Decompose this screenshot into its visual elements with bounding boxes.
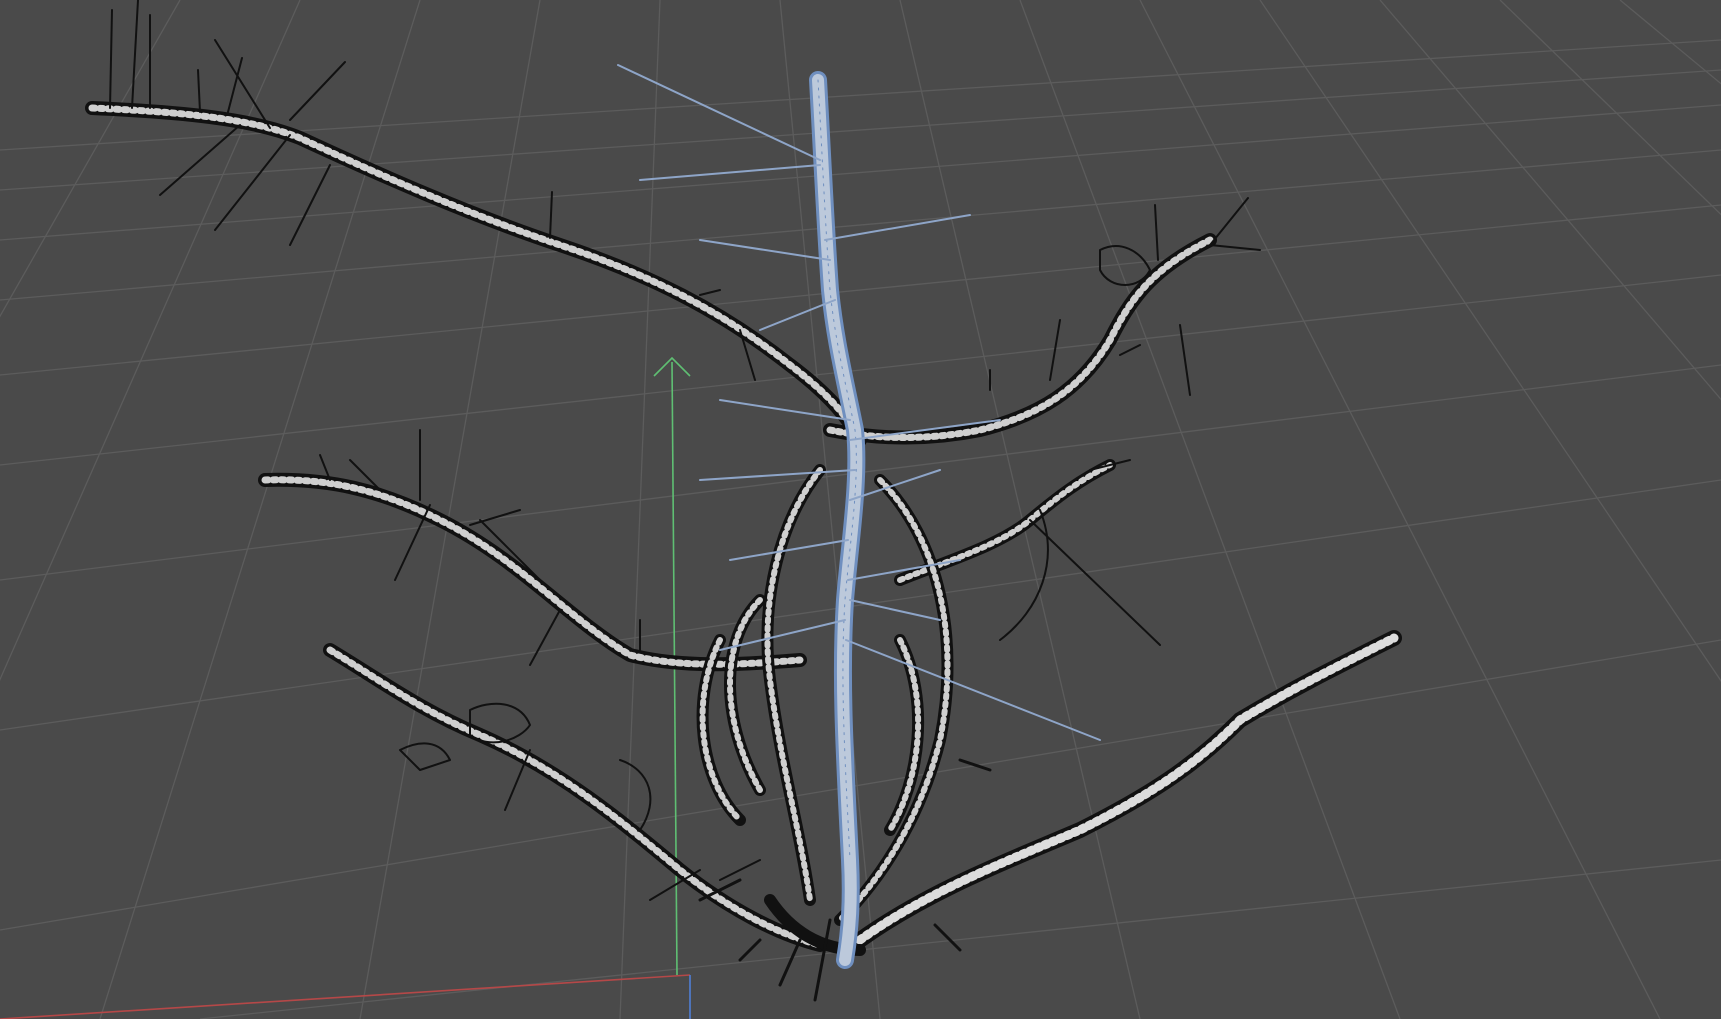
3d-viewport[interactable] — [0, 0, 1721, 1019]
viewport-canvas[interactable] — [0, 0, 1721, 1019]
